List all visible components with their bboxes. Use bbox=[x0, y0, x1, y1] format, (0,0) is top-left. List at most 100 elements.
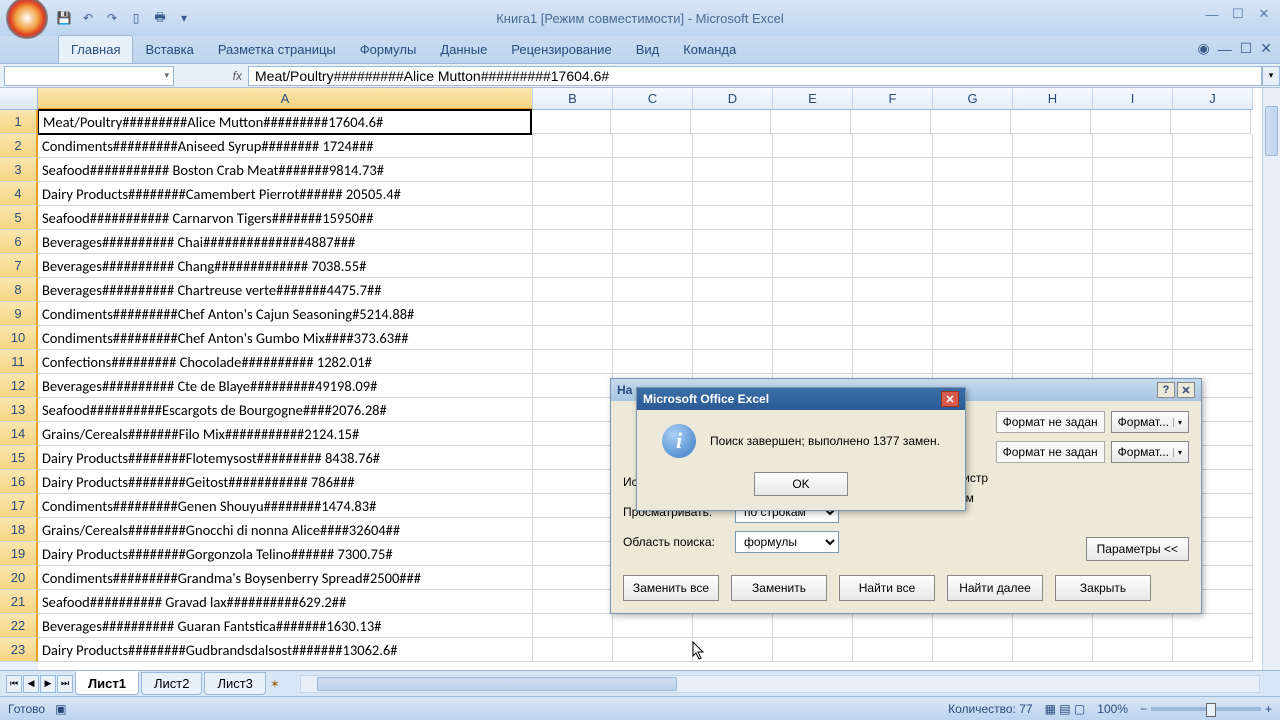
cell[interactable] bbox=[1173, 182, 1253, 206]
cell[interactable] bbox=[853, 254, 933, 278]
cell[interactable] bbox=[853, 614, 933, 638]
cell[interactable] bbox=[773, 302, 853, 326]
cell[interactable] bbox=[1173, 302, 1253, 326]
cell[interactable] bbox=[1093, 230, 1173, 254]
col-header-A[interactable]: A bbox=[38, 88, 533, 110]
cell[interactable] bbox=[1093, 182, 1173, 206]
view-buttons[interactable]: ▦ ▤ ▢ bbox=[1045, 702, 1086, 716]
cell-a5[interactable]: Seafood########### Carnarvon Tigers#####… bbox=[38, 206, 533, 230]
cell[interactable] bbox=[1173, 278, 1253, 302]
find-all-button[interactable]: Найти все bbox=[839, 575, 935, 601]
cell[interactable] bbox=[533, 374, 613, 398]
cell[interactable] bbox=[933, 158, 1013, 182]
cell[interactable] bbox=[933, 614, 1013, 638]
cell[interactable] bbox=[533, 182, 613, 206]
cell[interactable] bbox=[1173, 158, 1253, 182]
col-header-C[interactable]: C bbox=[613, 88, 693, 110]
row-header[interactable]: 18 bbox=[0, 518, 38, 542]
row-header[interactable]: 2 bbox=[0, 134, 38, 158]
cell[interactable] bbox=[613, 302, 693, 326]
tab-insert[interactable]: Вставка bbox=[133, 36, 205, 63]
replace-all-button[interactable]: Заменить все bbox=[623, 575, 719, 601]
cell-a22[interactable]: Beverages########## Guaran Fantstica####… bbox=[38, 614, 533, 638]
cell-a12[interactable]: Beverages########## Cte de Blaye########… bbox=[38, 374, 533, 398]
tab-layout[interactable]: Разметка страницы bbox=[206, 36, 348, 63]
cell[interactable] bbox=[1093, 278, 1173, 302]
cell[interactable] bbox=[1013, 302, 1093, 326]
cell[interactable] bbox=[773, 326, 853, 350]
row-header[interactable]: 16 bbox=[0, 470, 38, 494]
cell[interactable] bbox=[1173, 638, 1253, 662]
sheet-tab-2[interactable]: Лист2 bbox=[141, 672, 202, 695]
cell[interactable] bbox=[613, 206, 693, 230]
cell-a13[interactable]: Seafood##########Escargots de Bourgogne#… bbox=[38, 398, 533, 422]
cell[interactable] bbox=[533, 158, 613, 182]
cell[interactable] bbox=[613, 254, 693, 278]
sheet-prev-icon[interactable]: ◀ bbox=[23, 675, 39, 693]
cell[interactable] bbox=[693, 638, 773, 662]
cell-a14[interactable]: Grains/Cereals#######Filo Mix###########… bbox=[38, 422, 533, 446]
cell[interactable] bbox=[531, 110, 611, 134]
cell[interactable] bbox=[1013, 326, 1093, 350]
cell[interactable] bbox=[693, 230, 773, 254]
options-button[interactable]: Параметры << bbox=[1086, 537, 1189, 561]
row-header[interactable]: 8 bbox=[0, 278, 38, 302]
col-header-J[interactable]: J bbox=[1173, 88, 1253, 110]
cell[interactable] bbox=[533, 326, 613, 350]
row-header[interactable]: 10 bbox=[0, 326, 38, 350]
sheet-first-icon[interactable]: ⏮ bbox=[6, 675, 22, 693]
cell-a15[interactable]: Dairy Products########Flotemysost#######… bbox=[38, 446, 533, 470]
maximize-icon[interactable]: ☐ bbox=[1228, 6, 1248, 22]
cell[interactable] bbox=[933, 638, 1013, 662]
col-header-H[interactable]: H bbox=[1013, 88, 1093, 110]
cell[interactable] bbox=[1093, 638, 1173, 662]
cell[interactable] bbox=[1173, 230, 1253, 254]
sheet-last-icon[interactable]: ⏭ bbox=[57, 675, 73, 693]
cell[interactable] bbox=[1093, 614, 1173, 638]
cell[interactable] bbox=[693, 614, 773, 638]
help-icon[interactable]: ◉ bbox=[1197, 40, 1209, 57]
cell[interactable] bbox=[693, 278, 773, 302]
select-all-corner[interactable] bbox=[0, 88, 38, 110]
col-header-G[interactable]: G bbox=[933, 88, 1013, 110]
col-header-B[interactable]: B bbox=[533, 88, 613, 110]
cell[interactable] bbox=[1013, 134, 1093, 158]
cell[interactable] bbox=[613, 326, 693, 350]
sheet-tab-3[interactable]: Лист3 bbox=[204, 672, 265, 695]
row-header[interactable]: 15 bbox=[0, 446, 38, 470]
zoom-in-icon[interactable]: + bbox=[1265, 702, 1272, 716]
cell-a17[interactable]: Condiments#########Genen Shouyu########1… bbox=[38, 494, 533, 518]
cell[interactable] bbox=[613, 158, 693, 182]
cell[interactable] bbox=[853, 158, 933, 182]
cell[interactable] bbox=[533, 398, 613, 422]
cell[interactable] bbox=[1013, 230, 1093, 254]
row-header[interactable]: 6 bbox=[0, 230, 38, 254]
cell[interactable] bbox=[853, 134, 933, 158]
cell[interactable] bbox=[853, 278, 933, 302]
new-sheet-icon[interactable]: ✶ bbox=[270, 677, 280, 691]
row-header[interactable]: 17 bbox=[0, 494, 38, 518]
fx-label[interactable]: fx bbox=[178, 69, 248, 83]
cell[interactable] bbox=[1013, 278, 1093, 302]
row-header[interactable]: 5 bbox=[0, 206, 38, 230]
office-button[interactable] bbox=[6, 0, 48, 39]
cell[interactable] bbox=[851, 110, 931, 134]
cell[interactable] bbox=[613, 134, 693, 158]
cell[interactable] bbox=[693, 326, 773, 350]
cell-a7[interactable]: Beverages########## Chang############# 7… bbox=[38, 254, 533, 278]
name-box[interactable] bbox=[4, 66, 174, 86]
cell[interactable] bbox=[613, 182, 693, 206]
cell[interactable] bbox=[1093, 302, 1173, 326]
cell[interactable] bbox=[533, 518, 613, 542]
cell[interactable] bbox=[1093, 350, 1173, 374]
cell[interactable] bbox=[1173, 134, 1253, 158]
cell[interactable] bbox=[931, 110, 1011, 134]
cell[interactable] bbox=[693, 182, 773, 206]
row-header[interactable]: 11 bbox=[0, 350, 38, 374]
close-button[interactable]: Закрыть bbox=[1055, 575, 1151, 601]
col-header-F[interactable]: F bbox=[853, 88, 933, 110]
ok-button[interactable]: OK bbox=[754, 472, 848, 496]
zoom-value[interactable]: 100% bbox=[1097, 702, 1128, 716]
cell[interactable] bbox=[1091, 110, 1171, 134]
cell[interactable] bbox=[1093, 206, 1173, 230]
